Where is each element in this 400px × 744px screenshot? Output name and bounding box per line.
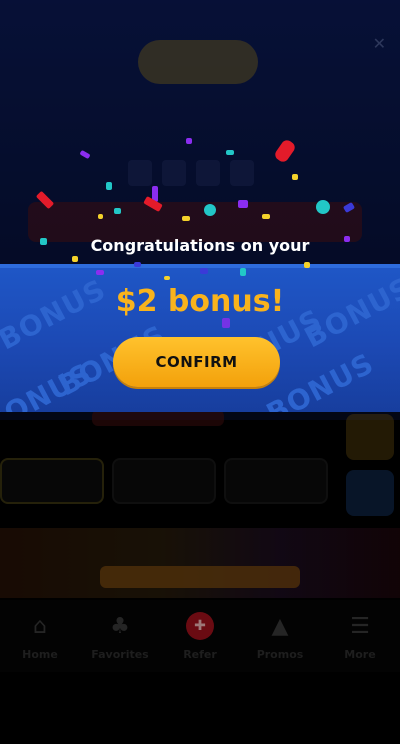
confirm-button[interactable]: CONFIRM	[113, 337, 280, 387]
bonus-amount: $2 bonus!	[115, 284, 285, 319]
congrats-heading: Congratulations on your	[90, 236, 310, 255]
watermark-text: BONUS	[0, 356, 98, 412]
app-root: ✕ ⌂ Home ♣ Favorites ✚ Refer ▲ Promos ☰ …	[0, 0, 400, 744]
